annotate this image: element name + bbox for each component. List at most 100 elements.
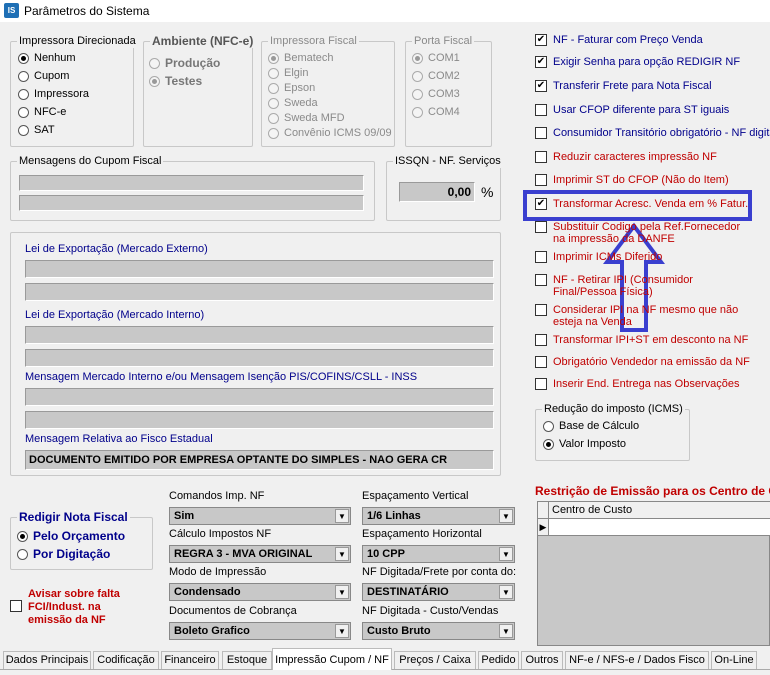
option-checkbox[interactable]	[535, 151, 547, 163]
option-checkbox[interactable]	[535, 104, 547, 116]
tab-impressao-cupom-nf[interactable]: Impressão Cupom / NF	[272, 648, 392, 670]
option-checkbox[interactable]	[535, 221, 547, 233]
chevron-down-icon[interactable]: ▼	[499, 585, 513, 599]
radio-button[interactable]	[543, 420, 554, 432]
chevron-down-icon[interactable]: ▼	[499, 547, 513, 561]
radio-button[interactable]	[18, 70, 29, 82]
radio-label: Cupom	[34, 70, 70, 82]
option-checkbox[interactable]	[535, 251, 547, 263]
radio-button	[268, 112, 279, 124]
tab-estoque[interactable]: Estoque	[222, 651, 272, 669]
chevron-down-icon[interactable]: ▼	[335, 585, 349, 599]
state-fisco-input[interactable]: DOCUMENTO EMITIDO POR EMPRESA OPTANTE DO…	[25, 450, 494, 470]
option-checkbox[interactable]	[535, 378, 547, 390]
select-nf-digitada-custo-vendas[interactable]: Custo Bruto ▼	[362, 622, 515, 640]
select-espacamento-horizontal[interactable]: 10 CPP ▼	[362, 545, 515, 563]
state-fisco-label: Mensagem Relativa ao Fisco Estadual	[25, 433, 213, 445]
option-transformar-ipi-st-em-desconto-na-nf[interactable]: Transformar IPI+ST em desconto na NF	[535, 334, 770, 346]
printer-group-option-cupom[interactable]: Cupom	[18, 70, 69, 82]
fci-warning-checkbox[interactable]	[10, 600, 22, 612]
fci-warning[interactable]: Avisar sobre falta FCI/Indust. na emissã…	[10, 588, 133, 627]
option-checkbox[interactable]: ✔	[535, 56, 547, 68]
option-imprimir-st-do-cfop-nao-do-item[interactable]: Imprimir ST do CFOP (Não do Item)	[535, 174, 770, 186]
tab-nf-e-nfs-e-dados-fisco[interactable]: NF-e / NFS-e / Dados Fisco	[565, 651, 709, 669]
printer-group-option-nfc-e[interactable]: NFC-e	[18, 106, 66, 118]
percent-label: %	[481, 184, 494, 200]
select-calculo-impostos-nf[interactable]: REGRA 3 - MVA ORIGINAL ▼	[169, 545, 351, 563]
tab-codificacao[interactable]: Codificação	[93, 651, 159, 669]
select-espacamento-vertical[interactable]: 1/6 Linhas ▼	[362, 507, 515, 525]
option-transformar-acresc-venda-em-fatur[interactable]: ✔ Transformar Acresc. Venda em % Fatur.	[535, 198, 770, 210]
option-checkbox[interactable]: ✔	[535, 198, 547, 210]
option-transferir-frete-para-nota-fiscal[interactable]: ✔ Transferir Frete para Nota Fiscal	[535, 80, 770, 92]
option-consumidor-transitorio-obrigatorio-nf-di[interactable]: Consumidor Transitório obrigatório - NF …	[535, 127, 770, 139]
export-external-line-1[interactable]	[25, 260, 494, 278]
radio-button[interactable]	[18, 106, 29, 118]
tab-dados-principais[interactable]: Dados Principais	[3, 651, 91, 669]
radio-button[interactable]	[18, 124, 29, 136]
option-nf-retirar-ipi-consumidor-final-pessoa-f[interactable]: NF - Retirar IPI (Consumidor Final/Pesso…	[535, 274, 770, 298]
export-external-line-2[interactable]	[25, 283, 494, 301]
restriction-grid[interactable]: Centro de Custo ▶	[537, 501, 770, 646]
option-checkbox[interactable]	[535, 334, 547, 346]
option-checkbox[interactable]	[535, 127, 547, 139]
grid-first-row[interactable]	[549, 519, 770, 536]
pis-cofins-line-2[interactable]	[25, 411, 494, 429]
grid-header-centro-de-custo[interactable]: Centro de Custo	[549, 502, 770, 519]
redigir-option-pelo-orcamento[interactable]: Pelo Orçamento	[17, 529, 125, 543]
option-considerar-ipi-na-nf-mesmo-que-nao-estej[interactable]: Considerar IPI na NF mesmo que não estej…	[535, 304, 770, 328]
chevron-down-icon[interactable]: ▼	[335, 509, 349, 523]
tab-outros[interactable]: Outros	[521, 651, 563, 669]
fiscal-printer-group-option-epson: Epson	[268, 82, 315, 94]
coupon-messages-group: Mensagens do Cupom Fiscal	[10, 154, 375, 221]
printer-group-option-impressora[interactable]: Impressora	[18, 88, 89, 100]
pis-cofins-line-1[interactable]	[25, 388, 494, 406]
option-imprimir-icms-diferido[interactable]: Imprimir ICMs Diferido	[535, 251, 770, 263]
tab-pedido[interactable]: Pedido	[478, 651, 519, 669]
radio-button[interactable]	[17, 530, 28, 542]
export-internal-line-1[interactable]	[25, 326, 494, 344]
select-comandos-imp-nf[interactable]: Sim ▼	[169, 507, 351, 525]
option-checkbox[interactable]: ✔	[535, 80, 547, 92]
option-checkbox[interactable]	[535, 304, 547, 316]
printer-group-option-nenhum[interactable]: Nenhum	[18, 52, 76, 64]
tax-reduction-option-valor-imposto[interactable]: Valor Imposto	[543, 438, 626, 450]
select-modo-de-impressao[interactable]: Condensado ▼	[169, 583, 351, 601]
chevron-down-icon[interactable]: ▼	[335, 624, 349, 638]
fiscal-printer-group-option-sweda: Sweda	[268, 97, 318, 109]
option-usar-cfop-diferente-para-st-iguais[interactable]: Usar CFOP diferente para ST iguais	[535, 104, 770, 116]
tax-reduction-option-base-de-calculo[interactable]: Base de Cálculo	[543, 420, 639, 432]
option-checkbox[interactable]	[535, 356, 547, 368]
radio-button[interactable]	[17, 548, 28, 560]
option-substituir-codigo-pela-ref-fornecedor-na[interactable]: Substituir Codigo pela Ref.Fornecedor na…	[535, 221, 770, 245]
select-nf-digitada-frete-por-conta-do[interactable]: DESTINATÁRIO ▼	[362, 583, 515, 601]
option-inserir-end-entrega-nas-observacoes[interactable]: Inserir End. Entrega nas Observações	[535, 378, 770, 390]
printer-group-option-sat[interactable]: SAT	[18, 124, 55, 136]
option-checkbox[interactable]: ✔	[535, 34, 547, 46]
tab-precos-caixa[interactable]: Preços / Caixa	[394, 651, 476, 669]
option-checkbox[interactable]	[535, 174, 547, 186]
fiscal-port-group-option-com2: COM2	[412, 70, 460, 82]
radio-label: COM1	[428, 52, 460, 64]
option-checkbox[interactable]	[535, 274, 547, 286]
radio-button[interactable]	[543, 438, 554, 450]
radio-button	[412, 88, 423, 100]
chevron-down-icon[interactable]: ▼	[335, 547, 349, 561]
redigir-option-por-digitacao[interactable]: Por Digitação	[17, 547, 110, 561]
option-obrigatorio-vendedor-na-emissao-da-nf[interactable]: Obrigatório Vendedor na emissão da NF	[535, 356, 770, 368]
issqn-input[interactable]: 0,00	[399, 182, 475, 202]
chevron-down-icon[interactable]: ▼	[499, 509, 513, 523]
coupon-message-line-1[interactable]	[19, 175, 364, 191]
radio-button[interactable]	[18, 52, 29, 64]
tab-financeiro[interactable]: Financeiro	[161, 651, 219, 669]
chevron-down-icon[interactable]: ▼	[499, 624, 513, 638]
option-reduzir-caracteres-impressao-nf[interactable]: Reduzir caracteres impressão NF	[535, 151, 770, 163]
coupon-message-line-2[interactable]	[19, 195, 364, 211]
tab-on-line[interactable]: On-Line	[711, 651, 757, 669]
select-value: Custo Bruto	[367, 625, 431, 637]
option-exigir-senha-para-opcao-redigir-nf[interactable]: ✔ Exigir Senha para opção REDIGIR NF	[535, 56, 770, 68]
export-internal-line-2[interactable]	[25, 349, 494, 367]
option-nf-faturar-com-preco-venda[interactable]: ✔ NF - Faturar com Preço Venda	[535, 34, 770, 46]
radio-button[interactable]	[18, 88, 29, 100]
select-documentos-de-cobranca[interactable]: Boleto Grafico ▼	[169, 622, 351, 640]
